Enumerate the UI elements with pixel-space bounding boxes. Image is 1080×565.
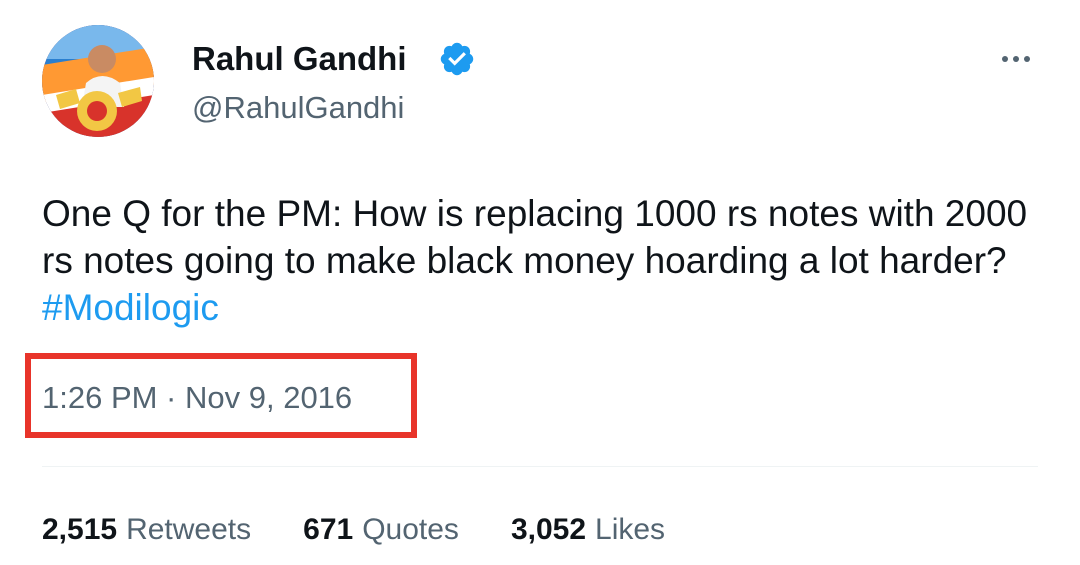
engagement-stats: 2,515 Retweets 671 Quotes 3,052 Likes: [42, 513, 717, 547]
author-name[interactable]: Rahul Gandhi: [192, 40, 407, 78]
quotes-stat[interactable]: 671 Quotes: [303, 513, 459, 547]
tweet-text: One Q for the PM: How is replacing 1000 …: [42, 190, 1032, 331]
tweet-timestamp[interactable]: 1:26 PM · Nov 9, 2016: [42, 380, 352, 416]
profile-avatar[interactable]: [42, 25, 154, 137]
retweets-label: Retweets: [126, 513, 252, 546]
likes-count: 3,052: [510, 513, 587, 546]
verified-badge-icon: [440, 42, 474, 76]
more-options-button[interactable]: [994, 44, 1038, 74]
more-dot: [1024, 56, 1030, 62]
author-handle[interactable]: @RahulGandhi: [192, 90, 404, 126]
tweet-body: One Q for the PM: How is replacing 1000 …: [42, 193, 1028, 281]
retweets-stat[interactable]: 2,515 Retweets: [42, 513, 251, 547]
likes-stat[interactable]: 3,052 Likes: [511, 513, 665, 547]
quotes-label: Quotes: [362, 513, 459, 546]
retweets-count: 2,515: [42, 513, 118, 546]
divider: [42, 466, 1038, 467]
hashtag-link[interactable]: #Modilogic: [42, 287, 219, 328]
more-dots-icon: [1002, 56, 1008, 62]
avatar-image: [42, 25, 154, 137]
tweet-card: Rahul Gandhi @RahulGandhi One Q for the …: [0, 0, 1080, 565]
likes-label: Likes: [595, 513, 666, 546]
more-dot: [1013, 56, 1019, 62]
quotes-count: 671: [303, 513, 354, 546]
